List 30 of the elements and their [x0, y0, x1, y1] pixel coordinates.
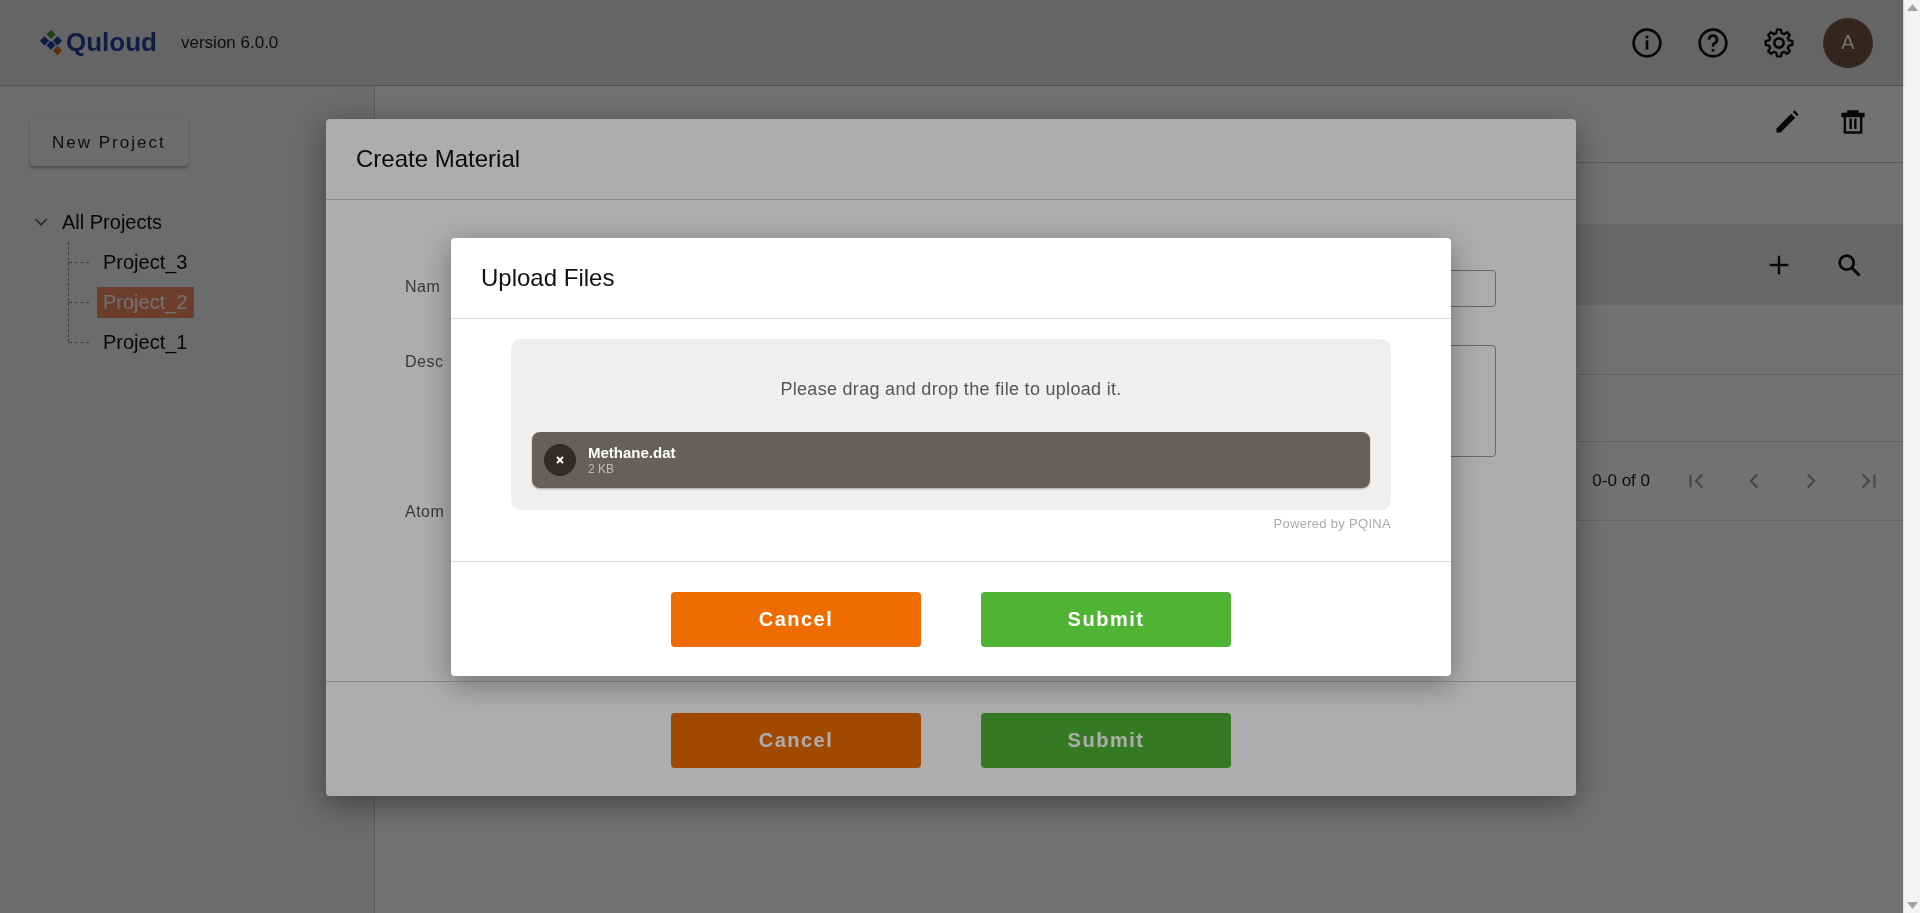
- settings-icon[interactable]: [1763, 26, 1795, 59]
- scroll-up-icon[interactable]: [1906, 4, 1918, 11]
- field-label: Desc: [405, 353, 445, 371]
- remove-file-button[interactable]: [544, 444, 576, 476]
- pagination-range: 0-0 of 0: [1592, 471, 1650, 491]
- delete-icon[interactable]: [1839, 108, 1867, 136]
- tree-item[interactable]: Project_2: [97, 286, 194, 318]
- field-label: Atom: [405, 503, 446, 521]
- tree-item[interactable]: All Projects: [62, 210, 163, 234]
- scroll-down-icon[interactable]: [1906, 902, 1918, 909]
- submit-button[interactable]: Submit: [981, 592, 1231, 647]
- file-name: Methane.dat: [588, 444, 676, 461]
- dialog-title: Create Material: [326, 119, 1576, 200]
- logo-text: Quloud: [66, 27, 157, 58]
- drop-zone[interactable]: Please drag and drop the file to upload it. Methane.dat 2 KB: [511, 339, 1391, 510]
- user-avatar[interactable]: A: [1823, 17, 1873, 68]
- info-icon[interactable]: [1631, 26, 1663, 59]
- new-project-button[interactable]: New Project: [30, 120, 188, 166]
- tree-item[interactable]: Project_1: [97, 326, 194, 358]
- help-icon[interactable]: [1697, 26, 1729, 59]
- submit-button[interactable]: Submit: [981, 713, 1231, 768]
- dialog-title: Upload Files: [451, 238, 1451, 319]
- credit-text: Powered by PQINA: [1272, 516, 1391, 531]
- drop-hint: Please drag and drop the file to upload it.: [779, 379, 1123, 400]
- tree-item[interactable]: Project_3: [97, 246, 194, 278]
- file-size: 2 KB: [588, 462, 615, 476]
- cancel-button[interactable]: Cancel: [671, 592, 921, 647]
- cancel-button[interactable]: Cancel: [671, 713, 921, 768]
- logo-icon: [38, 29, 64, 56]
- version-label: version 6.0.0: [181, 32, 279, 53]
